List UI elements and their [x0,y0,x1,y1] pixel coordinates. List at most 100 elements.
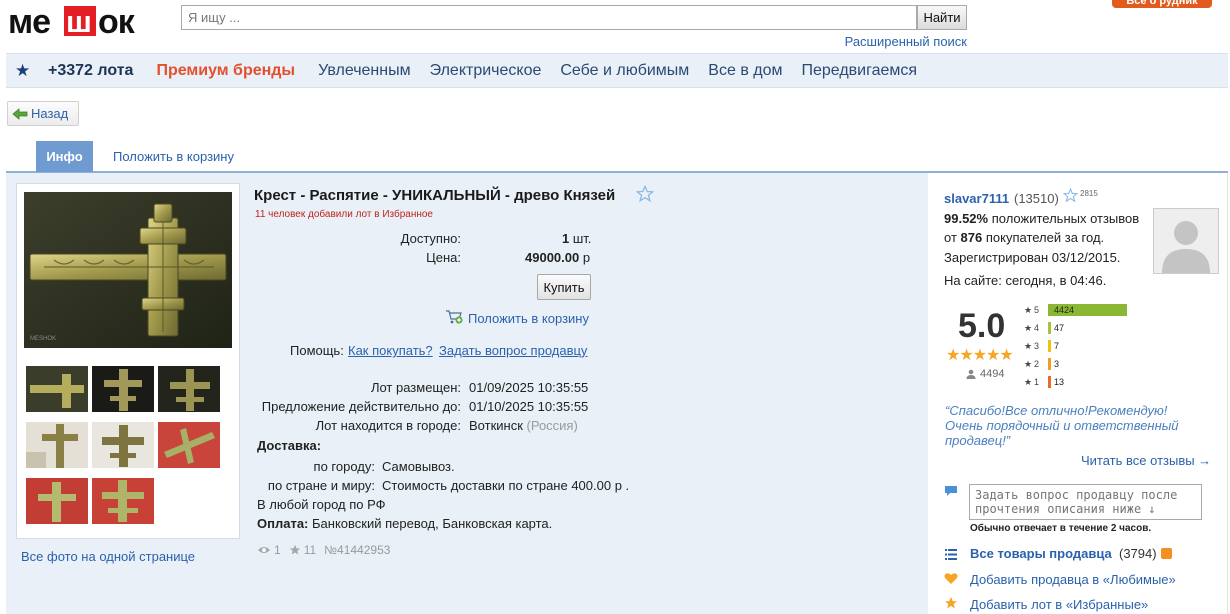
seller-feedback-count: (13510) [1014,191,1059,206]
nav-item-transport[interactable]: Передвигаемся [802,62,918,80]
rating-row-star-icon: ★ [1024,340,1033,351]
star-icon [289,544,300,555]
eye-icon [258,547,270,553]
valid-value: 01/10/2025 10:35:55 [469,399,589,414]
chat-icon [945,486,957,496]
seller-positive: 99.52% положительных отзывов [944,211,1140,226]
svg-text:ок: ок [98,3,136,38]
nav-premium-brands[interactable]: Премиум бренды [156,62,295,80]
put-in-cart-link[interactable]: Положить в корзину [468,311,589,326]
seller-avatar[interactable] [1153,208,1219,274]
advanced-search-link[interactable]: Расширенный поиск [845,34,967,49]
ask-seller-textarea[interactable] [969,484,1202,520]
photo-thumbnail[interactable] [158,366,220,412]
price-label: Цена: [426,250,461,265]
add-seller-favorite-link[interactable]: Добавить продавца в «Любимые» [970,572,1176,587]
help-label: Помощь: [290,343,344,358]
rating-row-bar [1048,358,1051,370]
seller-goods-count: (3794) [1119,546,1157,561]
lot-title: Крест - Распятие - УНИКАЛЬНЫЙ - древо Кн… [254,187,616,204]
rating-row-count: 3 [1054,359,1060,369]
back-button[interactable]: Назад [7,101,79,126]
svg-text:ме: ме [8,3,50,38]
main-photo[interactable]: MESHOK [24,192,232,348]
nav-item-hobby[interactable]: Увлеченным [318,62,411,80]
nav-lots-count[interactable]: +3372 лота [48,62,133,80]
favorites-note: 11 человек добавили лот в Избранное [255,209,433,220]
available-value: 1 шт. [562,231,592,246]
photo-thumbnail[interactable] [26,422,88,468]
photo-thumbnail[interactable] [92,366,154,412]
how-to-buy-link[interactable]: Как покупать? [348,343,433,358]
rating-row-star-icon: ★ [1024,358,1033,369]
tab-put-in-cart[interactable]: Положить в корзину [113,149,234,164]
category-nav: ★ +3372 лота Премиум бренды Увлеченным Э… [6,53,1228,88]
favorite-star-icon[interactable] [636,185,654,203]
seller-star-count: 2815 [1080,189,1098,198]
ask-seller-link[interactable]: Задать вопрос продавцу [439,343,587,358]
tab-info[interactable]: Инфо [36,141,93,172]
seller-online: На сайте: сегодня, в 04:46. [944,273,1107,288]
rating-total: 4494 [980,368,1005,380]
photo-thumbnail[interactable] [92,478,154,524]
photo-thumbnail[interactable] [26,478,88,524]
placed-label: Лот размещен: [370,380,461,395]
top-orange-button[interactable]: Все о рудник [1112,0,1212,8]
rating-row: ★ 5 4424 [1024,303,1127,317]
views-count: 1 [274,543,281,557]
stars-count: 11 [303,543,317,557]
delivery-country-label: по стране и миру: [267,478,375,493]
read-all-reviews-link[interactable]: Читать все отзывы → [1081,453,1211,468]
response-time: Обычно отвечает в течение 2 часов. [970,523,1152,534]
svg-text:ш: ш [66,4,92,38]
any-city-note: В любой город по РФ [257,497,386,512]
favorites-star-icon[interactable]: ★ [15,62,31,79]
rating-row-star-icon: ★ [1024,376,1033,387]
rating-stars: ★★★★★ [946,347,1014,364]
search-input[interactable] [181,5,917,30]
site-logo[interactable]: ме ш ок [8,2,172,38]
valid-label: Предложение действительно до: [261,399,461,414]
all-seller-goods-link[interactable]: Все товары продавца [970,546,1112,561]
price-value: 49000.00 р [525,250,591,265]
rating-row-bar [1048,322,1051,334]
rating-row-count: 7 [1054,341,1060,351]
review-quote: “Спасибо!Все отлично!Рекомендую! Очень п… [945,403,1179,448]
available-label: Доступно: [400,231,461,246]
payment-row: Оплата: Банковский перевод, Банковская к… [257,516,553,531]
rating-row: ★ 3 7 [1024,339,1059,353]
user-icon [966,369,976,379]
city-value: Воткинск (Россия) [469,418,578,433]
rating-row: ★ 2 3 [1024,357,1059,371]
rating-row-stars: 3 [1034,341,1040,351]
search-button[interactable]: Найти [917,5,967,30]
lot-number: №41442953 [324,543,391,557]
rating-row-bar [1048,376,1051,388]
back-arrow-icon [12,107,28,120]
seller-name-link[interactable]: slavar7111 [944,191,1009,206]
rating-row-stars: 5 [1034,305,1040,315]
seller-star-icon [1063,188,1078,203]
nav-item-self[interactable]: Себе и любимым [560,62,689,80]
rating-row: ★ 4 47 [1024,321,1064,335]
list-icon [945,549,957,560]
cart-icon [446,310,463,324]
buy-button[interactable]: Купить [537,274,591,300]
rating-row-count: 13 [1054,377,1065,387]
all-photos-link[interactable]: Все фото на одной странице [21,549,195,564]
rating-value: 5.0 [958,307,1006,345]
seller-buyers: от 876 покупателей за год. [944,230,1105,245]
rating-row-stars: 2 [1034,359,1040,369]
photo-thumbnail[interactable] [26,366,88,412]
add-lot-favorite-link[interactable]: Добавить лот в «Избранные» [970,597,1148,612]
rss-icon[interactable] [1161,548,1172,559]
photo-thumbnail[interactable] [92,422,154,468]
delivery-label: Доставка: [257,438,322,453]
rating-row-stars: 1 [1034,377,1040,387]
rating-row-star-icon: ★ [1024,304,1033,315]
lot-stats: 1 11 №41442953 [257,543,398,557]
nav-item-home[interactable]: Все в дом [708,62,782,80]
nav-item-electric[interactable]: Электрическое [430,62,542,80]
city-label: Лот находится в городе: [315,418,461,433]
svg-text:MESHOK: MESHOK [30,336,56,342]
